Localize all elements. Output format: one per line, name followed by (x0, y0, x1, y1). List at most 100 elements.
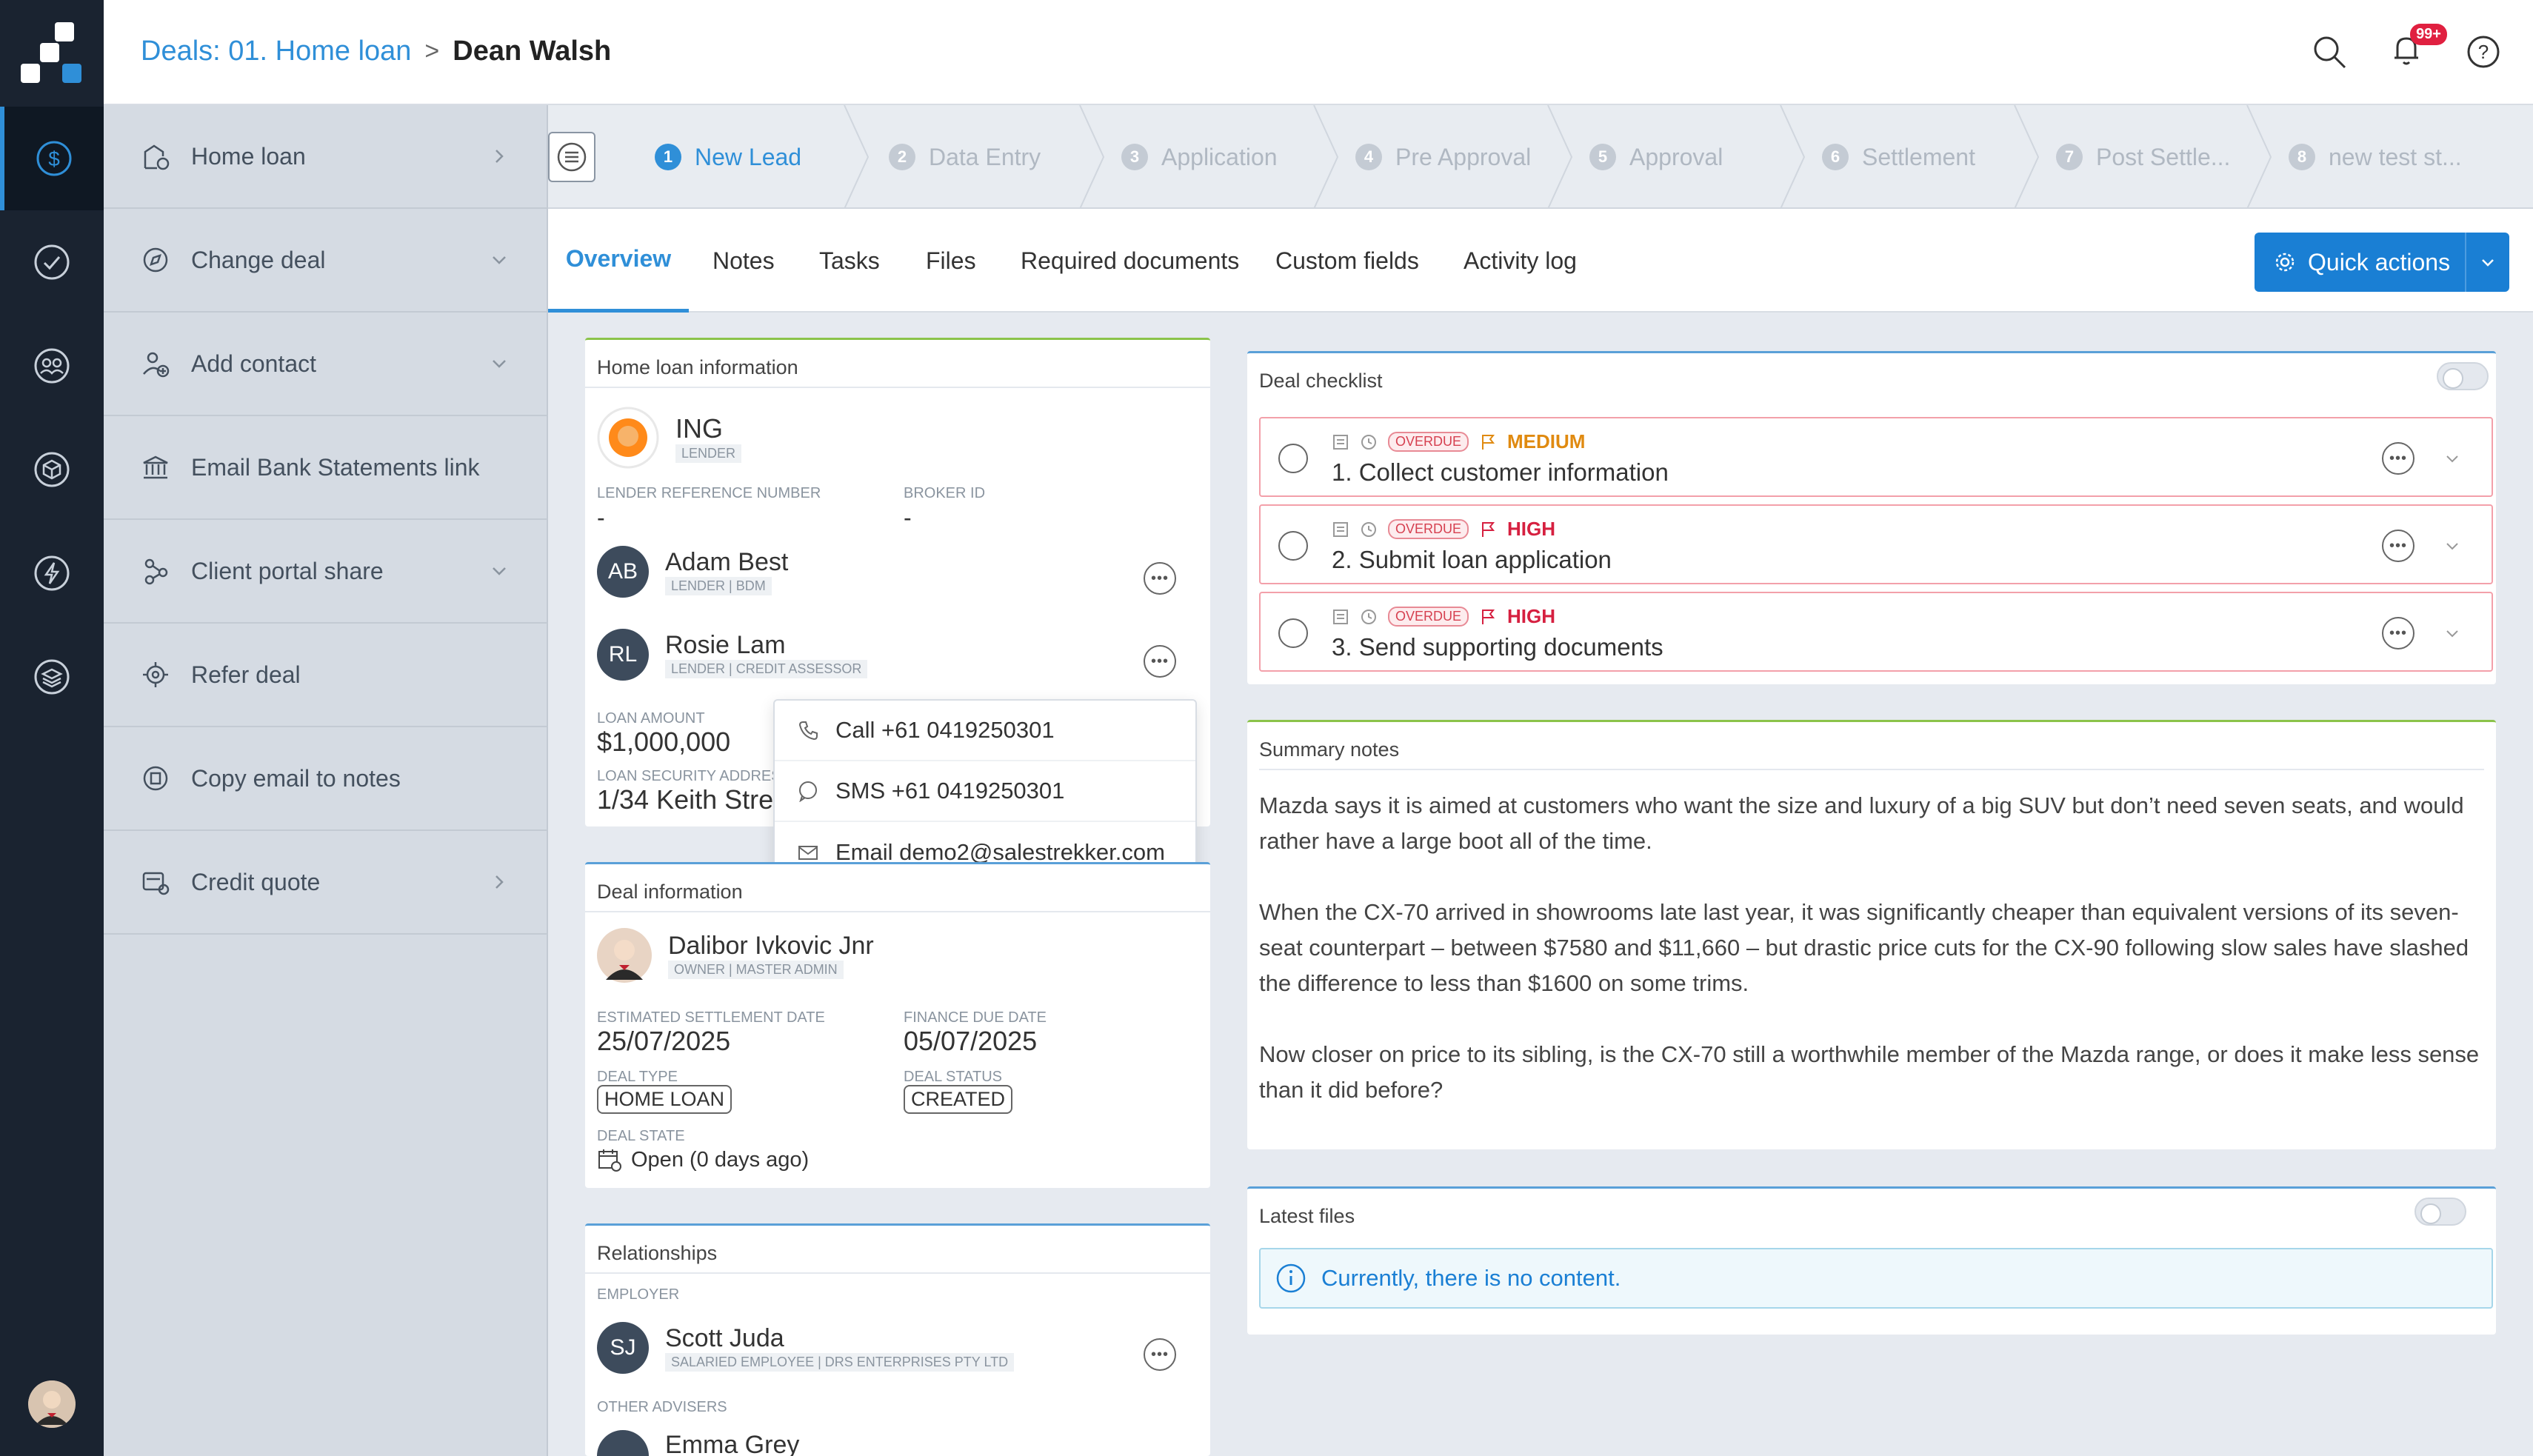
checklist-item[interactable]: OVERDUE HIGH 3. Send supporting document… (1259, 592, 2493, 672)
stage-label: Approval (1629, 143, 1723, 170)
stage-post-settlement[interactable]: 7 Post Settle... (2056, 105, 2230, 209)
stage-approval[interactable]: 5 Approval (1589, 105, 1723, 209)
rail-contacts[interactable] (0, 314, 104, 418)
chevron-down-icon[interactable] (2443, 624, 2462, 644)
user-avatar[interactable] (28, 1380, 76, 1428)
action-refer-deal[interactable]: Refer deal (104, 624, 547, 727)
adviser-row[interactable]: Emma Grey (597, 1430, 799, 1456)
checklist-title: 3. Send supporting documents (1332, 633, 1663, 661)
latest-files-card: Latest files Currently, there is no cont… (1247, 1186, 2496, 1335)
checklist-item[interactable]: OVERDUE MEDIUM 1. Collect customer infor… (1259, 417, 2493, 497)
contact-role: LENDER | BDM (665, 577, 772, 595)
call-menu-item[interactable]: Call +61 0419250301 (775, 701, 1195, 761)
chevron-right-icon (495, 875, 504, 889)
action-change-deal[interactable]: Change deal (104, 209, 547, 313)
contact-action-menu: Call +61 0419250301 SMS +61 0419250301 E… (773, 699, 1197, 883)
rail-deals[interactable]: $ (0, 107, 104, 210)
quick-actions-button[interactable]: Quick actions (2255, 233, 2509, 292)
sms-label: SMS +61 0419250301 (835, 778, 1065, 804)
chevron-down-icon[interactable] (2443, 537, 2462, 556)
checklist-title: 2. Submit loan application (1332, 546, 1612, 573)
target-icon (143, 662, 168, 687)
employer-name[interactable]: Scott Juda (665, 1324, 1014, 1353)
help-icon[interactable]: ? (2463, 32, 2503, 72)
svg-text:?: ? (2478, 41, 2489, 63)
checklist-more-button[interactable]: ••• (2382, 617, 2414, 649)
chevron-down-icon (2482, 259, 2494, 267)
action-label: Change deal (191, 246, 326, 273)
employer-label: EMPLOYER (597, 1286, 680, 1303)
deal-checklist-card: Deal checklist OVERDUE MEDIUM 1. Collect… (1247, 351, 2496, 684)
security-address-value: 1/34 Keith Street (597, 784, 782, 815)
checklist-item[interactable]: OVERDUE HIGH 2. Submit loan application … (1259, 504, 2493, 584)
rail-products[interactable] (0, 418, 104, 521)
rail-layers[interactable] (0, 625, 104, 729)
action-label: Refer deal (191, 661, 301, 688)
overdue-badge: OVERDUE (1388, 519, 1469, 539)
stage-label: Settlement (1862, 143, 1975, 170)
sms-menu-item[interactable]: SMS +61 0419250301 (775, 761, 1195, 822)
checklist-toggle[interactable] (2437, 362, 2489, 390)
stage-new-lead[interactable]: 1 New Lead (655, 105, 801, 209)
checklist-radio[interactable] (1278, 444, 1308, 473)
contact-name[interactable]: Adam Best (665, 548, 788, 577)
action-credit-quote[interactable]: Credit quote (104, 831, 547, 935)
checklist-radio[interactable] (1278, 618, 1308, 648)
contact-row[interactable]: RL Rosie Lam LENDER | CREDIT ASSESSOR (597, 629, 868, 681)
contact-name[interactable]: Rosie Lam (665, 631, 867, 660)
contact-more-button[interactable]: ••• (1144, 645, 1176, 678)
stage-separator (1547, 105, 1573, 209)
notifications-button[interactable]: 99+ (2386, 24, 2447, 73)
stage-new-test[interactable]: 8 new test st... (2289, 105, 2462, 209)
relationships-card: Relationships EMPLOYER SJ Scott Juda SAL… (585, 1223, 1210, 1456)
summary-notes-body[interactable]: Mazda says it is aimed at customers who … (1247, 770, 2496, 1108)
tab-custom-fields[interactable]: Custom fields (1275, 209, 1419, 313)
stage-separator (2014, 105, 2040, 209)
tab-required-documents[interactable]: Required documents (1021, 209, 1239, 313)
rail-tasks[interactable] (0, 210, 104, 314)
tab-notes[interactable]: Notes (712, 209, 775, 313)
stage-separator (1079, 105, 1105, 209)
settlement-date-value: 25/07/2025 (597, 1026, 731, 1056)
checklist-radio[interactable] (1278, 531, 1308, 561)
stage-data-entry[interactable]: 2 Data Entry (889, 105, 1041, 209)
action-client-portal-share[interactable]: Client portal share (104, 520, 547, 624)
tab-overview[interactable]: Overview (548, 209, 689, 313)
gear-icon (2275, 253, 2295, 272)
action-copy-email-to-notes[interactable]: Copy email to notes (104, 727, 547, 831)
loan-amount-label: LOAN AMOUNT (597, 710, 705, 727)
deal-state-value: Open (0 days ago) (631, 1147, 810, 1172)
stages-menu-button[interactable] (548, 132, 595, 182)
settlement-date-label: ESTIMATED SETTLEMENT DATE (597, 1009, 825, 1026)
tab-files[interactable]: Files (926, 209, 976, 313)
contact-more-button[interactable]: ••• (1144, 562, 1176, 595)
app-logo[interactable] (21, 22, 83, 84)
adviser-name[interactable]: Emma Grey (665, 1431, 799, 1456)
stage-application[interactable]: 3 Application (1121, 105, 1278, 209)
files-toggle[interactable] (2414, 1198, 2466, 1226)
tab-activity-log[interactable]: Activity log (1464, 209, 1577, 313)
action-home-loan[interactable]: Home loan (104, 105, 547, 209)
tab-tasks[interactable]: Tasks (819, 209, 880, 313)
quick-actions-dropdown[interactable] (2465, 233, 2509, 292)
chevron-down-icon[interactable] (2443, 450, 2462, 469)
action-email-bank-statements[interactable]: Email Bank Statements link (104, 416, 547, 520)
quick-actions-main[interactable]: Quick actions (2255, 249, 2465, 276)
flag-icon (1482, 434, 1495, 450)
checklist-more-button[interactable]: ••• (2382, 442, 2414, 475)
flag-icon (1482, 609, 1495, 624)
stage-number: 2 (889, 144, 915, 170)
checklist-more-button[interactable]: ••• (2382, 530, 2414, 562)
stage-settlement[interactable]: 6 Settlement (1822, 105, 1975, 209)
employer-more-button[interactable]: ••• (1144, 1338, 1176, 1371)
action-add-contact[interactable]: Add contact (104, 313, 547, 416)
breadcrumb-deals-link[interactable]: Deals: 01. Home loan (141, 36, 411, 67)
contact-row[interactable]: AB Adam Best LENDER | BDM (597, 546, 788, 598)
breadcrumb-current: Dean Walsh (453, 36, 612, 67)
stage-number: 6 (1822, 144, 1849, 170)
search-icon[interactable] (2309, 32, 2349, 72)
employer-row[interactable]: SJ Scott Juda SALARIED EMPLOYEE | DRS EN… (597, 1322, 1015, 1374)
owner-name[interactable]: Dalibor Ivkovic Jnr (668, 932, 874, 961)
stage-pre-approval[interactable]: 4 Pre Approval (1355, 105, 1531, 209)
rail-automation[interactable] (0, 521, 104, 625)
